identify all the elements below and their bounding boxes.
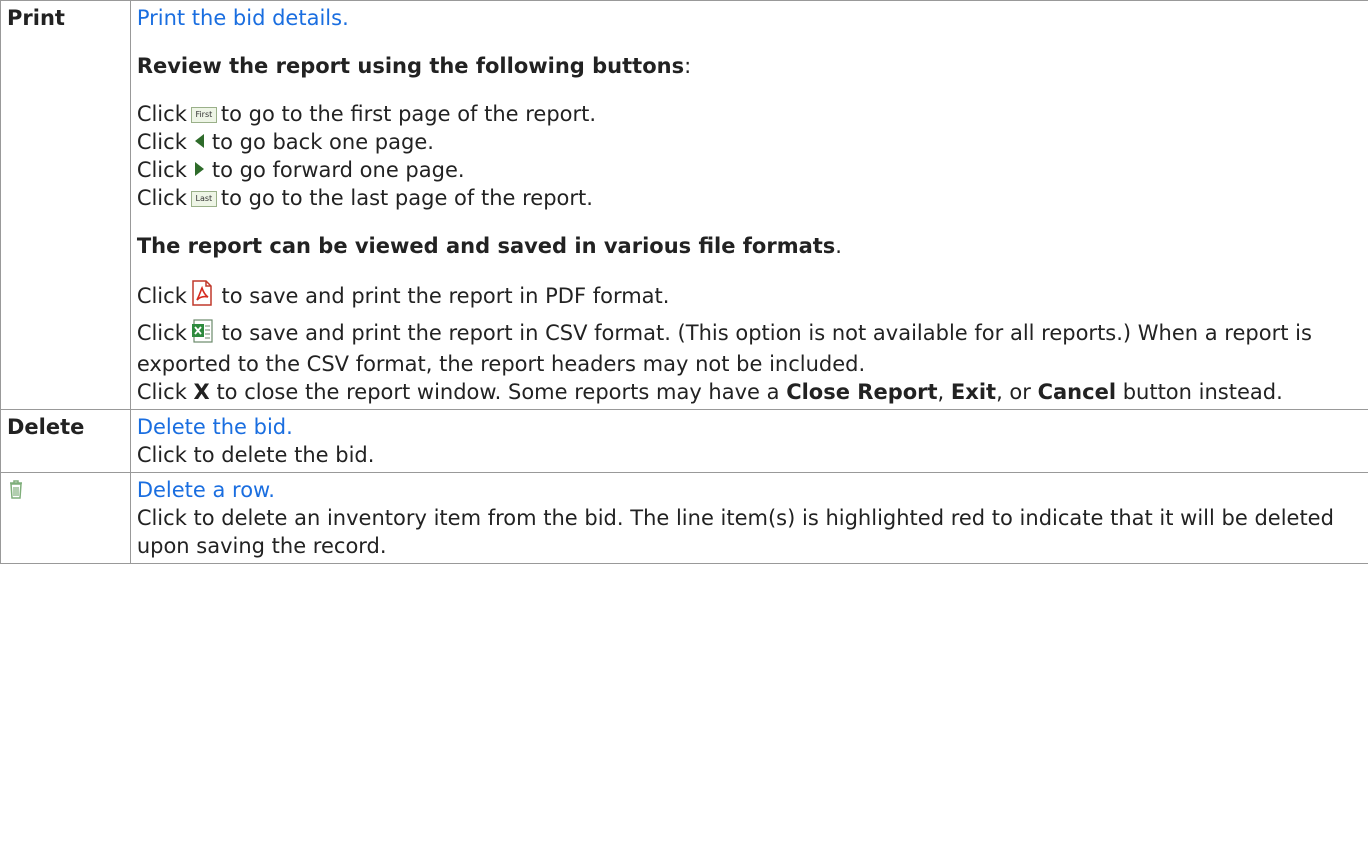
trash-icon[interactable] xyxy=(7,478,25,506)
first-button-icon[interactable]: First xyxy=(190,107,217,123)
delete-row-label xyxy=(0,472,131,564)
close-line: Click X to close the report window. Some… xyxy=(136,380,1283,404)
delete-row-description: Delete a row. Click to delete an invento… xyxy=(129,472,1368,564)
nav-line-last: Click Last to go to the last page of the r… xyxy=(136,186,593,210)
delete-row-row: Delete a row. Click to delete an invento… xyxy=(0,472,1368,564)
next-arrow-icon[interactable] xyxy=(194,162,204,176)
pdf-icon[interactable] xyxy=(191,280,213,313)
help-table: Print Print the bid details. Review the … xyxy=(0,0,1368,564)
pdf-line: Click to save and print the report in PD… xyxy=(137,280,1362,313)
delete-description: Delete the bid. Click to delete the bid. xyxy=(129,409,1368,473)
nav-line-first: Click First to go to the first page of the… xyxy=(136,102,597,126)
csv-line: Click to save and print the report in CS… xyxy=(136,319,1312,376)
print-label: Print xyxy=(0,0,131,410)
delete-row-link[interactable]: Delete a row. xyxy=(137,478,275,502)
print-description: Print the bid details. Review the report… xyxy=(129,0,1368,410)
nav-line-previous: Click to go back one page. xyxy=(136,130,434,154)
last-button-icon[interactable]: Last xyxy=(190,191,217,207)
review-heading: Review the report using the following bu… xyxy=(136,54,692,78)
delete-row-text: Click to delete an inventory item from t… xyxy=(136,506,1334,558)
delete-label: Delete xyxy=(0,409,131,473)
delete-text: Click to delete the bid. xyxy=(136,443,375,467)
print-link[interactable]: Print the bid details. xyxy=(137,6,349,30)
delete-link[interactable]: Delete the bid. xyxy=(137,415,293,439)
delete-row: Delete Delete the bid. Click to delete t… xyxy=(0,409,1368,473)
formats-heading: The report can be viewed and saved in va… xyxy=(136,234,842,258)
print-row: Print Print the bid details. Review the … xyxy=(0,0,1368,410)
previous-arrow-icon[interactable] xyxy=(194,134,204,148)
nav-line-next: Click to go forward one page. xyxy=(136,158,465,182)
excel-icon[interactable] xyxy=(191,319,213,350)
